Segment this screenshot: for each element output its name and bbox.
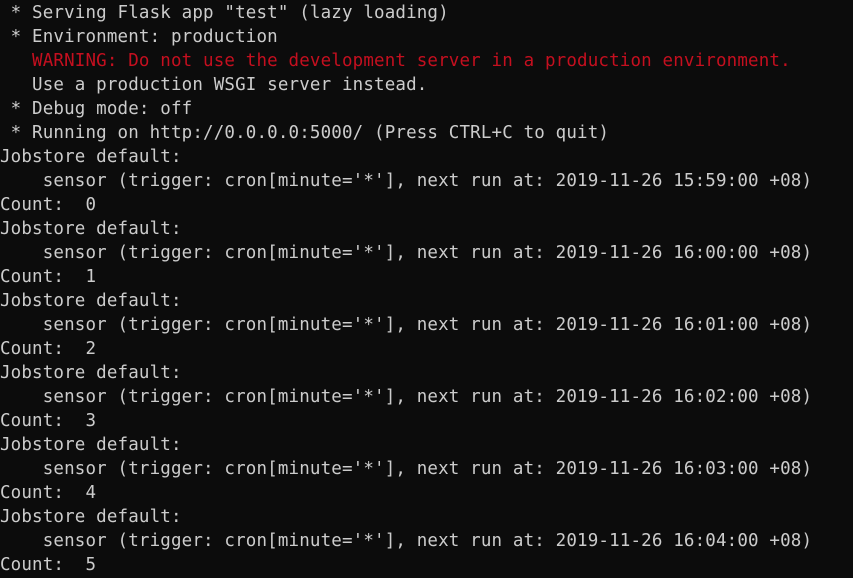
terminal-line: sensor (trigger: cron[minute='*'], next … [0,459,813,479]
terminal-line: sensor (trigger: cron[minute='*'], next … [0,387,813,407]
terminal-line: Jobstore default: [0,291,182,311]
terminal-line: Jobstore default: [0,363,182,383]
terminal-line: * Serving Flask app "test" (lazy loading… [0,3,449,23]
terminal-line: Count: 5 [0,555,97,575]
terminal-line: Use a production WSGI server instead. [0,75,428,95]
terminal-line: Count: 4 [0,483,97,503]
terminal-output[interactable]: * Serving Flask app "test" (lazy loading… [0,0,853,578]
terminal-line: Count: 0 [0,195,97,215]
terminal-line: Jobstore default: [0,147,182,167]
terminal-line: sensor (trigger: cron[minute='*'], next … [0,243,813,263]
terminal-line: Count: 2 [0,339,97,359]
terminal-line: * Running on http://0.0.0.0:5000/ (Press… [0,123,610,143]
terminal-line: Jobstore default: [0,219,182,239]
terminal-line: Count: 3 [0,411,97,431]
warning-line: WARNING: Do not use the development serv… [0,51,791,71]
terminal-line: Jobstore default: [0,435,182,455]
terminal-line: sensor (trigger: cron[minute='*'], next … [0,531,813,551]
terminal-line: sensor (trigger: cron[minute='*'], next … [0,315,813,335]
terminal-line: Count: 1 [0,267,97,287]
terminal-line: * Debug mode: off [0,99,193,119]
terminal-line: Jobstore default: [0,507,182,527]
terminal-line: sensor (trigger: cron[minute='*'], next … [0,171,813,191]
terminal-line: * Environment: production [0,27,278,47]
